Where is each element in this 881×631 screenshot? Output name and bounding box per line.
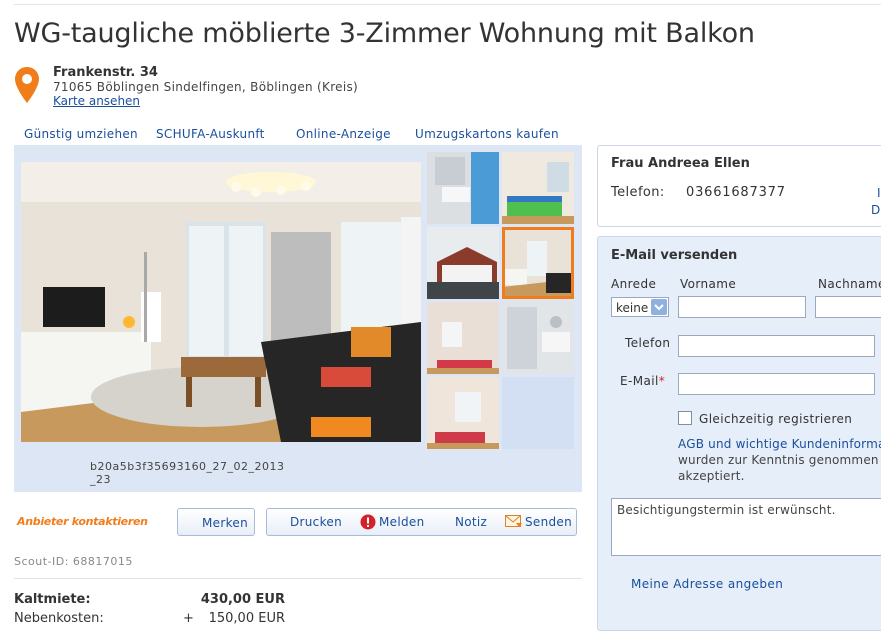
email-label: E-Mail* xyxy=(620,374,666,388)
merken-label: Merken xyxy=(202,516,248,530)
price-label-kaltmiete: Kaltmiete: xyxy=(14,592,91,607)
price-value-nebenkosten: 150,00 EUR xyxy=(208,611,285,626)
senden-button[interactable]: Senden xyxy=(525,515,572,529)
vorname-label: Vorname xyxy=(680,277,737,291)
notiz-button[interactable]: Notiz xyxy=(455,515,487,529)
terms-text: AGB und wichtige Kundeninforma wurden zu… xyxy=(678,436,881,484)
email-form-heading: E-Mail versenden xyxy=(611,248,738,263)
contact-provider-button[interactable]: Anbieter kontaktieren xyxy=(17,515,148,528)
anrede-label: Anrede xyxy=(611,277,657,291)
vorname-input[interactable] xyxy=(678,296,806,318)
address-street: Frankenstr. 34 xyxy=(53,65,158,80)
map-pin-icon xyxy=(14,66,40,104)
anrede-select[interactable]: keine xyxy=(611,297,669,317)
nav-online-anzeige[interactable]: Online-Anzeige xyxy=(296,127,391,141)
register-label: Gleichzeitig registrieren xyxy=(699,412,853,426)
warning-icon xyxy=(360,514,376,530)
price-label-nebenkosten: Nebenkosten: xyxy=(14,611,104,626)
envelope-send-icon xyxy=(505,513,523,529)
telefon-label: Telefon xyxy=(625,336,671,350)
price-value-kaltmiete: 430,00 EUR xyxy=(200,592,285,607)
photo-caption: b20a5b3f35693160_27_02_2013_23 xyxy=(90,460,285,486)
message-textarea[interactable]: Besichtigungstermin ist erwünscht. xyxy=(611,498,881,556)
scout-id: Scout-ID: 68817015 xyxy=(14,555,133,568)
page-title: WG-taugliche möblierte 3-Zimmer Wohnung … xyxy=(14,18,755,49)
anrede-selected-value: keine xyxy=(616,301,649,315)
terms-line-2: akzeptiert. xyxy=(678,469,745,483)
contact-cut-link-1[interactable]: I xyxy=(877,186,881,200)
main-photo[interactable] xyxy=(21,162,421,442)
top-divider xyxy=(14,4,881,5)
thumbnail-living-room-selected[interactable] xyxy=(502,227,574,299)
address-city: 71065 Böblingen Sindelfingen, Böblingen … xyxy=(53,80,359,94)
thumbnail-room-red-bed[interactable] xyxy=(427,302,499,374)
map-link[interactable]: Karte ansehen xyxy=(53,94,140,108)
meine-adresse-link[interactable]: Meine Adresse angeben xyxy=(631,577,783,591)
required-mark: * xyxy=(658,374,666,388)
melden-button[interactable]: Melden xyxy=(379,515,424,529)
nachname-label: Nachname xyxy=(818,277,881,291)
nachname-input[interactable] xyxy=(815,296,881,318)
thumbnail-shower[interactable] xyxy=(502,302,574,374)
email-input[interactable] xyxy=(678,373,875,395)
chevron-down-icon xyxy=(651,299,667,315)
thumbnail-room-window[interactable] xyxy=(427,377,499,449)
phone-number: 03661687377 xyxy=(686,185,786,200)
thumbnail-balcony-view[interactable] xyxy=(427,227,499,299)
nav-umzugskartons[interactable]: Umzugskartons kaufen xyxy=(415,127,559,141)
nav-schufa[interactable]: SCHUFA-Auskunft xyxy=(156,127,265,141)
contact-cut-link-2[interactable]: D xyxy=(871,203,880,217)
price-divider xyxy=(14,578,582,579)
register-checkbox[interactable] xyxy=(678,411,692,425)
nav-guenstig-umziehen[interactable]: Günstig umziehen xyxy=(24,127,138,141)
merken-button[interactable]: Merken xyxy=(177,508,255,536)
thumbnail-bedroom[interactable] xyxy=(502,152,574,224)
thumbnail-bathroom[interactable] xyxy=(427,152,499,224)
phone-label: Telefon: xyxy=(611,185,665,200)
terms-line-1: wurden zur Kenntnis genommen u xyxy=(678,453,881,467)
thumbnail-placeholder xyxy=(502,377,574,449)
contact-name: Frau Andreea Ellen xyxy=(611,156,750,171)
telefon-input[interactable] xyxy=(678,335,875,357)
terms-link[interactable]: AGB und wichtige Kundeninforma xyxy=(678,436,881,452)
drucken-button[interactable]: Drucken xyxy=(290,515,342,529)
